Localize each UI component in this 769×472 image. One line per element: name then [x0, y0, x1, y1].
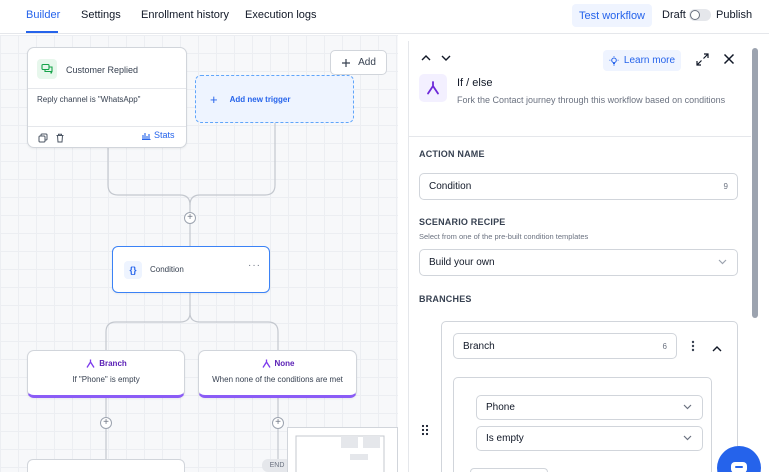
chevron-down-icon	[718, 257, 737, 268]
operator-select[interactable]: Is empty	[476, 426, 703, 451]
publish-label: Publish	[716, 9, 753, 21]
condition-label: Condition	[150, 265, 184, 274]
stats-link[interactable]: Stats	[141, 130, 175, 140]
braces-icon: {}	[124, 261, 142, 279]
branch-node[interactable]: Branch If "Phone" is empty	[27, 350, 185, 398]
insert-step-button[interactable]: +	[184, 212, 196, 224]
trigger-filter: Reply channel is "WhatsApp"	[37, 95, 141, 104]
divider	[28, 88, 186, 89]
branch-header: None	[199, 358, 356, 369]
action-name-value: Condition	[429, 181, 472, 192]
expand-icon[interactable]	[696, 53, 709, 69]
lightbulb-icon	[609, 55, 619, 65]
active-tab-indicator	[26, 31, 58, 33]
add-new-trigger-button[interactable]: + Add new trigger	[195, 75, 354, 123]
learn-more-button[interactable]: Learn more	[603, 50, 681, 71]
action-description: Fork the Contact journey through this wo…	[457, 95, 726, 105]
trigger-title: Customer Replied	[66, 65, 139, 75]
close-icon[interactable]	[723, 53, 735, 68]
char-count: 9	[723, 182, 728, 191]
more-options-icon[interactable]: ···	[248, 260, 261, 271]
drag-handle-icon[interactable]	[421, 424, 429, 439]
chevron-down-icon[interactable]	[441, 53, 451, 65]
trigger-card[interactable]: Customer Replied Reply channel is "Whats…	[27, 47, 187, 148]
branch-title: Branch	[99, 359, 127, 368]
branch-name-value: Branch	[463, 340, 495, 352]
field-select[interactable]: Phone	[476, 395, 703, 420]
add-button[interactable]: Add	[330, 50, 387, 75]
branches-label: BRANCHES	[419, 294, 472, 304]
divider	[409, 136, 751, 137]
operator-value: Is empty	[486, 433, 524, 444]
draft-label: Draft	[662, 9, 686, 21]
branch-header: Branch	[28, 358, 184, 369]
fork-icon	[419, 74, 447, 102]
branch-title: None	[274, 359, 295, 368]
insert-step-button[interactable]: +	[100, 417, 112, 429]
fork-icon	[86, 359, 95, 368]
trash-icon[interactable]	[54, 132, 66, 144]
condition-node[interactable]: {} Condition ···	[112, 246, 270, 293]
plus-icon: +	[210, 91, 218, 107]
fork-icon	[261, 359, 271, 368]
chevron-down-icon	[683, 402, 702, 413]
learn-more-label: Learn more	[623, 55, 676, 66]
toggle-knob	[690, 10, 700, 20]
tab-builder[interactable]: Builder	[26, 9, 60, 21]
chat-bubbles-icon	[37, 59, 57, 79]
test-workflow-button[interactable]: Test workflow	[572, 4, 652, 27]
action-title: If / else	[457, 77, 493, 89]
tab-settings[interactable]: Settings	[81, 9, 121, 21]
none-branch-node[interactable]: None When none of the conditions are met	[198, 350, 357, 398]
bar-chart-icon	[142, 132, 151, 140]
next-step-card[interactable]	[27, 459, 185, 472]
add-new-trigger-label: Add new trigger	[229, 94, 291, 104]
top-bar: Builder Settings Enrollment history Exec…	[0, 0, 769, 34]
chat-icon	[731, 462, 747, 472]
scenario-recipe-select[interactable]: Build your own	[419, 249, 738, 276]
plus-icon	[342, 58, 351, 67]
divider	[28, 126, 186, 127]
insert-step-button[interactable]: +	[272, 417, 284, 429]
action-name-input[interactable]: Condition 9	[419, 173, 738, 200]
minimap[interactable]	[287, 427, 398, 472]
char-count: 6	[662, 341, 667, 351]
scenario-recipe-label: SCENARIO RECIPE	[419, 217, 506, 227]
branch-description: If "Phone" is empty	[72, 375, 140, 384]
add-condition-stub[interactable]	[470, 468, 548, 472]
panel-scrollbar[interactable]	[752, 48, 758, 318]
condition-group	[453, 377, 712, 472]
kebab-menu-icon[interactable]	[691, 340, 695, 355]
duplicate-icon[interactable]	[37, 132, 49, 144]
tab-enrollment-history[interactable]: Enrollment history	[141, 9, 229, 21]
scenario-helper-text: Select from one of the pre-built conditi…	[419, 232, 589, 241]
action-name-label: ACTION NAME	[419, 149, 485, 159]
field-value: Phone	[486, 402, 515, 413]
stats-label: Stats	[154, 130, 175, 140]
chevron-up-icon[interactable]	[712, 342, 722, 356]
publish-toggle[interactable]	[689, 9, 711, 21]
branch-description: When none of the conditions are met	[212, 375, 343, 384]
chevron-down-icon	[683, 433, 702, 444]
tab-execution-logs[interactable]: Execution logs	[245, 9, 317, 21]
workflow-canvas[interactable]: Customer Replied Reply channel is "Whats…	[0, 35, 398, 472]
add-button-label: Add	[358, 57, 376, 68]
chevron-up-icon[interactable]	[421, 53, 431, 65]
branch-name-input[interactable]: Branch 6	[453, 333, 677, 359]
scenario-value: Build your own	[429, 257, 495, 268]
action-panel: Learn more If / else Fork the Contact jo…	[408, 41, 769, 472]
